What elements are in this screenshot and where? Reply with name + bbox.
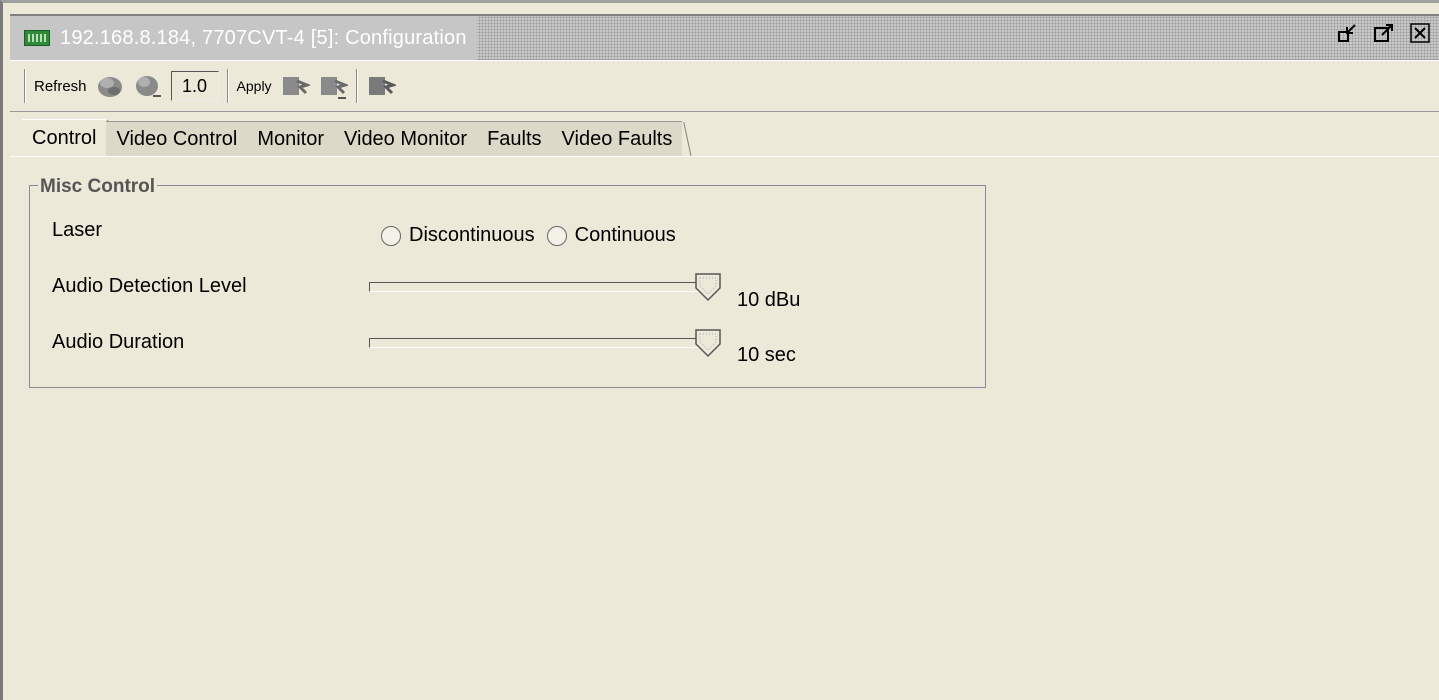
radio-discontinuous-label[interactable]: Discontinuous <box>409 224 535 247</box>
apply-all-icon[interactable] <box>366 71 398 101</box>
audio-detection-level-value: 10 dBu <box>737 289 801 311</box>
radio-continuous-label[interactable]: Continuous <box>575 224 676 247</box>
radio-discontinuous[interactable] <box>381 225 401 246</box>
window-title: 192.168.8.184, 7707CVT-4 [5]: Configurat… <box>60 26 467 49</box>
toolbar-separator <box>355 69 358 103</box>
tab-divider <box>10 156 1439 157</box>
slider-track[interactable] <box>369 282 709 292</box>
toolbar: Refresh 1.0 Apply <box>10 60 1439 112</box>
toolbar-separator <box>24 69 26 103</box>
refresh-button[interactable]: Refresh <box>34 78 87 95</box>
refresh-version-icon[interactable] <box>133 71 163 101</box>
window-controls <box>1337 22 1431 44</box>
laser-radio-group: Discontinuous Continuous <box>381 224 688 247</box>
dock-icon[interactable] <box>1337 22 1359 44</box>
refresh-icon[interactable] <box>95 71 125 101</box>
tab-faults[interactable]: Faults <box>477 121 552 157</box>
slider-track[interactable] <box>369 338 709 348</box>
tab-control[interactable]: Control <box>22 119 107 157</box>
tab-strip: Control Video Control Monitor Video Moni… <box>22 119 683 157</box>
apply-icon[interactable] <box>280 71 312 101</box>
audio-detection-level-slider[interactable] <box>369 282 709 294</box>
audio-detection-level-label: Audio Detection Level <box>52 275 247 297</box>
version-field[interactable]: 1.0 <box>170 71 219 101</box>
audio-duration-label: Audio Duration <box>52 331 185 353</box>
group-title: Misc Control <box>38 176 158 198</box>
toolbar-separator <box>226 69 229 103</box>
audio-duration-value: 10 sec <box>737 344 796 366</box>
title-area: 192.168.8.184, 7707CVT-4 [5]: Configurat… <box>10 16 477 60</box>
tab-monitor[interactable]: Monitor <box>247 121 335 157</box>
laser-label: Laser <box>52 219 103 241</box>
radio-continuous[interactable] <box>546 225 567 246</box>
slider-thumb[interactable] <box>694 328 722 358</box>
apply-button[interactable]: Apply <box>237 78 272 94</box>
title-bar[interactable]: 192.168.8.184, 7707CVT-4 [5]: Configurat… <box>10 14 1439 60</box>
close-icon[interactable] <box>1409 22 1431 44</box>
slider-thumb[interactable] <box>694 272 722 302</box>
undock-icon[interactable] <box>1373 22 1395 44</box>
audio-duration-slider[interactable] <box>369 338 709 350</box>
device-card-icon <box>24 30 50 46</box>
tab-video-monitor[interactable]: Video Monitor <box>334 121 478 157</box>
tab-video-control[interactable]: Video Control <box>106 121 248 157</box>
tab-video-faults[interactable]: Video Faults <box>551 121 683 157</box>
apply-version-icon[interactable] <box>318 71 350 101</box>
